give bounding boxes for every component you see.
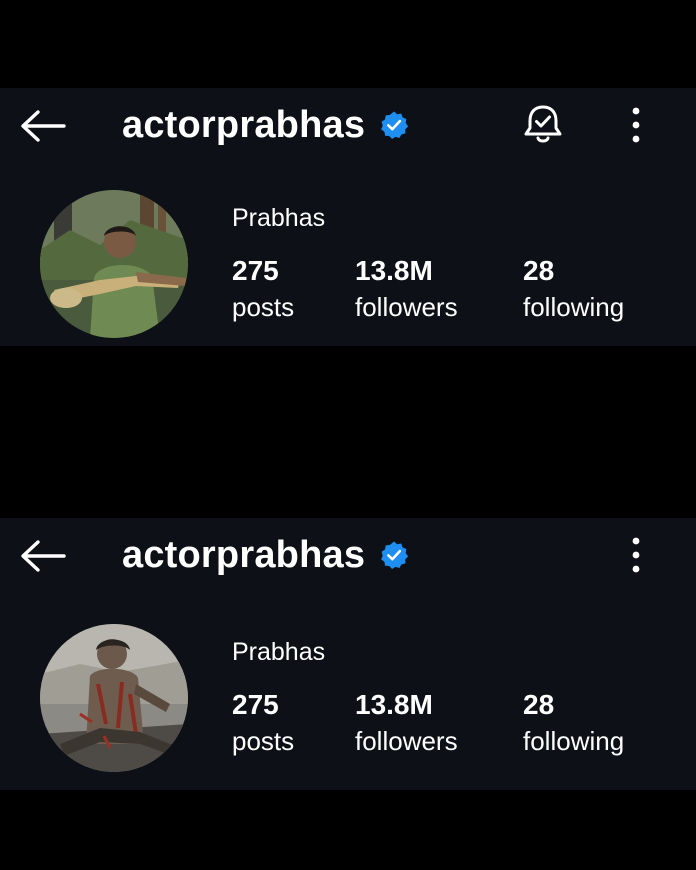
profile-avatar[interactable]: [40, 190, 188, 338]
more-options-button[interactable]: [622, 532, 650, 578]
followers-value: 13.8M: [355, 255, 433, 286]
followers-count[interactable]: 13.8M followers: [355, 688, 458, 760]
back-button[interactable]: [18, 536, 68, 576]
following-label: following: [523, 726, 625, 756]
arrow-left-icon: [21, 110, 66, 142]
bell-check-icon: [524, 105, 562, 143]
following-count[interactable]: 28 following: [523, 254, 624, 326]
screenshot-collage: actorprabhas Prabhas 275 posts 13.8M fol…: [0, 0, 696, 870]
posts-value: 275: [232, 255, 279, 286]
posts-label: posts: [232, 726, 295, 756]
more-options-button[interactable]: [622, 102, 650, 148]
posts-count[interactable]: 275 posts: [232, 254, 294, 326]
more-vertical-icon: [632, 537, 640, 573]
profile-avatar[interactable]: [40, 624, 188, 772]
followers-value: 13.8M: [355, 689, 433, 720]
following-label: following: [523, 292, 625, 322]
username-row: actorprabhas: [122, 530, 409, 580]
top-bar: actorprabhas: [0, 88, 696, 160]
profile-header-panel-2: actorprabhas Prabhas 275 posts 13.8M fol…: [0, 518, 696, 790]
following-count[interactable]: 28 following: [523, 688, 624, 760]
followers-label: followers: [355, 726, 458, 756]
posts-count[interactable]: 275 posts: [232, 688, 294, 760]
more-vertical-icon: [632, 107, 640, 143]
username-handle: actorprabhas: [122, 533, 366, 576]
following-value: 28: [523, 689, 555, 720]
profile-photo: [40, 190, 188, 338]
profile-name: Prabhas: [232, 204, 326, 232]
notifications-button[interactable]: [520, 102, 566, 148]
followers-count[interactable]: 13.8M followers: [355, 254, 458, 326]
top-bar: actorprabhas: [0, 518, 696, 590]
posts-value: 275: [232, 689, 279, 720]
arrow-left-icon: [21, 540, 66, 572]
verified-badge-icon: [381, 541, 409, 569]
following-value: 28: [523, 255, 555, 286]
username-row: actorprabhas: [122, 100, 409, 150]
posts-label: posts: [232, 292, 295, 322]
username-handle: actorprabhas: [122, 103, 366, 146]
back-button[interactable]: [18, 106, 68, 146]
profile-header-panel-1: actorprabhas Prabhas 275 posts 13.8M fol…: [0, 88, 696, 346]
profile-photo: [40, 624, 188, 772]
profile-name: Prabhas: [232, 638, 326, 666]
followers-label: followers: [355, 292, 458, 322]
verified-badge-icon: [381, 111, 409, 139]
